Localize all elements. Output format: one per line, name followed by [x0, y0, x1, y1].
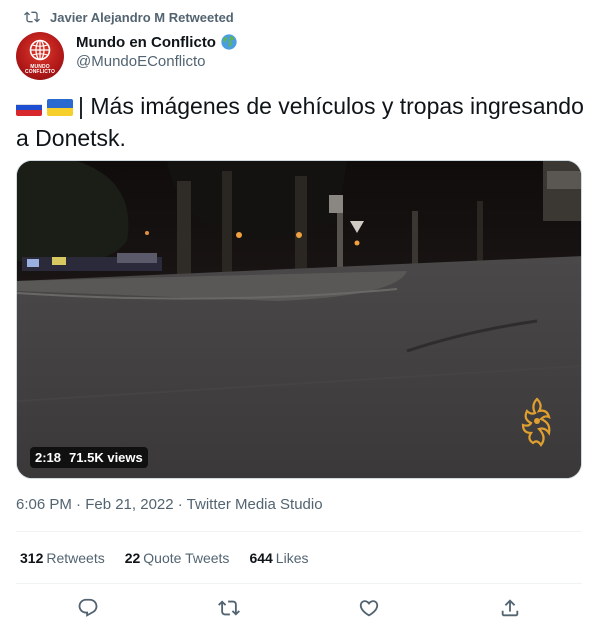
retweets-count: 312: [20, 550, 44, 566]
tweet-text: | Más imágenes de vehículos y tropas ing…: [16, 90, 586, 154]
retweet-action-icon[interactable]: [218, 597, 240, 619]
video-player[interactable]: 2:18 71.5K views: [16, 160, 582, 479]
ukraine-flag-icon: [47, 99, 73, 116]
quote-tweets-stat[interactable]: 22 Quote Tweets: [125, 550, 230, 566]
tweet-body: | Más imágenes de vehículos y tropas ing…: [16, 93, 584, 151]
avatar[interactable]: MUNDO CONFLICTO: [16, 32, 64, 80]
quotes-count: 22: [124, 550, 141, 566]
likes-label: Likes: [275, 550, 309, 566]
video-duration: 2:18: [35, 450, 62, 465]
quotes-label: Quote Tweets: [143, 550, 230, 566]
al-jazeera-logo-icon: [521, 397, 551, 447]
tweet-timestamp[interactable]: 6:06 PM · Feb 21, 2022 · Twitter Media S…: [16, 496, 323, 513]
globe-logo-icon: [29, 39, 51, 61]
divider: [16, 583, 582, 584]
divider: [16, 531, 582, 532]
like-icon[interactable]: [358, 597, 380, 619]
video-thumbnail: [17, 161, 581, 478]
video-stats-badge: 2:18 71.5K views: [30, 447, 148, 468]
globe-emoji-icon: [221, 34, 237, 50]
avatar-text: MUNDO CONFLICTO: [25, 64, 55, 75]
video-views: 71.5K views: [69, 450, 143, 465]
author-handle[interactable]: @MundoEConflicto: [76, 53, 238, 70]
author-block: Mundo en Conflicto @MundoEConflicto: [76, 32, 238, 70]
retweet-label: Javier Alejandro M Retweeted: [50, 9, 234, 25]
retweets-stat[interactable]: 312 Retweets: [20, 550, 105, 566]
retweet-context[interactable]: Javier Alejandro M Retweeted: [24, 7, 234, 27]
likes-stat[interactable]: 644 Likes: [249, 550, 308, 566]
share-icon[interactable]: [499, 597, 521, 619]
retweet-icon: [24, 11, 40, 23]
author-name[interactable]: Mundo en Conflicto: [76, 34, 216, 51]
engagement-stats: 312 Retweets 22 Quote Tweets 644 Likes: [20, 550, 328, 566]
reply-icon[interactable]: [77, 597, 99, 619]
action-bar: [0, 597, 598, 621]
likes-count: 644: [249, 550, 273, 566]
russia-flag-icon: [16, 99, 42, 116]
retweets-label: Retweets: [46, 550, 105, 566]
